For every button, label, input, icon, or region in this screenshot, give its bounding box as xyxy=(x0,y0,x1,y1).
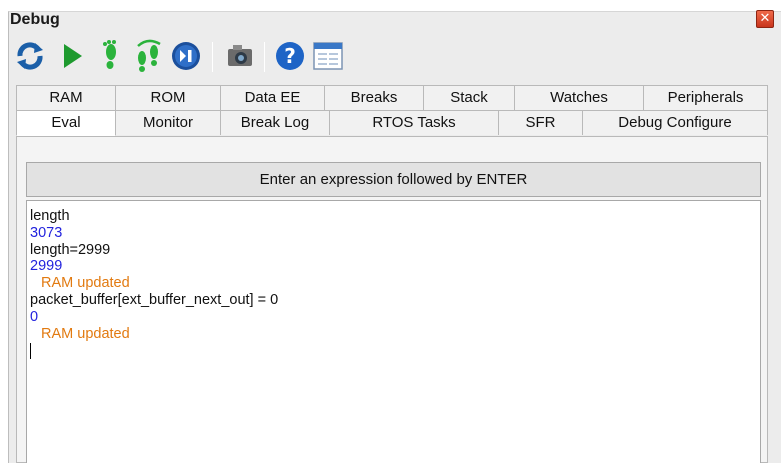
tab-data-ee[interactable]: Data EE xyxy=(220,85,325,110)
window-title: Debug xyxy=(10,11,60,28)
tab-breaks[interactable]: Breaks xyxy=(324,85,424,110)
tab-watches[interactable]: Watches xyxy=(514,85,644,110)
tab-debug-configure[interactable]: Debug Configure xyxy=(582,110,768,135)
console-result-line: 0 xyxy=(30,308,39,325)
tab-eval[interactable]: Eval xyxy=(16,110,116,136)
tab-row-1: RAM ROM Data EE Breaks Stack Watches Per… xyxy=(16,85,768,110)
tab-row-2: Eval Monitor Break Log RTOS Tasks SFR De… xyxy=(16,110,768,136)
text-caret xyxy=(30,343,31,360)
refresh-icon[interactable] xyxy=(12,38,48,74)
console-input-line: length xyxy=(30,208,70,224)
toolbar-separator xyxy=(264,42,265,72)
tab-peripherals[interactable]: Peripherals xyxy=(643,85,768,110)
window-icon[interactable] xyxy=(310,38,346,74)
console-status-line: RAM updated xyxy=(41,275,130,292)
eval-header: Enter an expression followed by ENTER xyxy=(26,162,761,197)
step-over-icon[interactable] xyxy=(130,38,166,74)
eval-console[interactable]: length 3073 length=2999 2999 RAM updated pack… xyxy=(26,200,761,463)
tab-break-log[interactable]: Break Log xyxy=(220,110,330,135)
tab-stack[interactable]: Stack xyxy=(423,85,515,110)
console-input-line: packet_buffer[ext_buffer_next_out] = 0 xyxy=(30,291,279,308)
svg-text:?: ? xyxy=(284,44,296,68)
toolbar-separator xyxy=(212,42,213,72)
camera-icon[interactable] xyxy=(222,38,258,74)
tab-rtos-tasks[interactable]: RTOS Tasks xyxy=(329,110,499,135)
tab-ram[interactable]: RAM xyxy=(16,85,116,110)
eval-panel: Enter an expression followed by ENTER le… xyxy=(16,136,768,463)
play-icon[interactable] xyxy=(54,38,90,74)
close-icon[interactable]: ✕ xyxy=(756,10,774,28)
tab-sfr[interactable]: SFR xyxy=(498,110,583,135)
tab-rom[interactable]: ROM xyxy=(115,85,221,110)
tab-monitor[interactable]: Monitor xyxy=(115,110,221,135)
console-result-line: 3073 xyxy=(30,224,63,241)
console-input-line: length=2999 xyxy=(30,241,111,258)
help-icon[interactable]: ? xyxy=(272,38,308,74)
step-out-icon[interactable] xyxy=(168,38,204,74)
step-into-icon[interactable] xyxy=(92,38,128,74)
console-status-line: RAM updated xyxy=(41,325,130,342)
toolbar: ? xyxy=(8,38,478,76)
console-result-line: 2999 xyxy=(30,258,63,275)
